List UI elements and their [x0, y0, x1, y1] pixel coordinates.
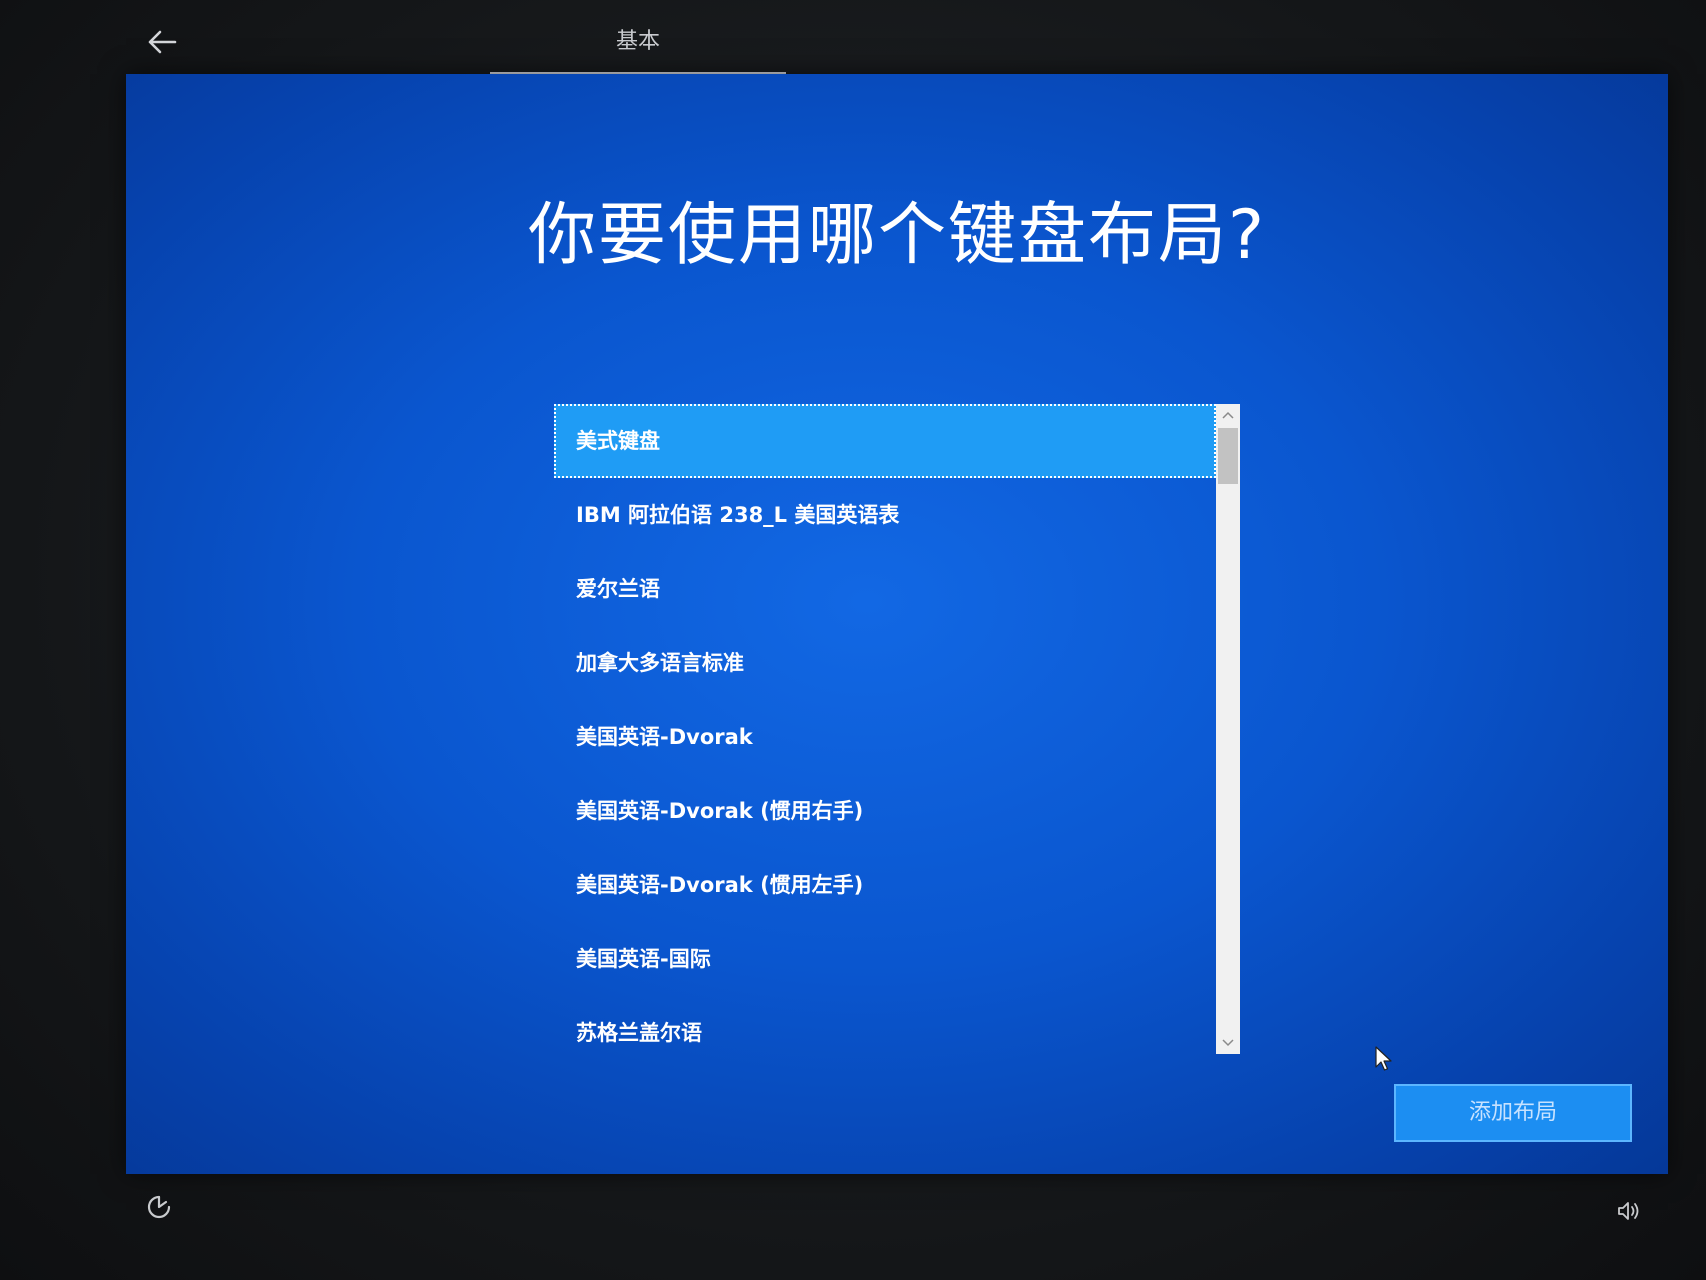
tab-basic-label: 基本: [615, 29, 660, 54]
list-scrollbar[interactable]: [1216, 404, 1240, 1054]
list-item[interactable]: 加拿大多语言标准: [554, 626, 1216, 700]
list-item-label: IBM 阿拉伯语 238_L 美国英语表: [576, 503, 900, 527]
scroll-down-button[interactable]: [1216, 1032, 1240, 1054]
list-item[interactable]: 美国英语-Dvorak (惯用右手): [554, 774, 1216, 848]
list-item-label: 苏格兰盖尔语: [576, 1021, 702, 1045]
list-item-label: 美式键盘: [576, 429, 660, 453]
list-item[interactable]: 苏格兰盖尔语: [554, 996, 1216, 1070]
oobe-screen: 基本 你要使用哪个键盘布局? 美式键盘 IBM 阿拉伯语 238_L 美国英语表…: [0, 0, 1706, 1280]
add-layout-button[interactable]: 添加布局: [1394, 1084, 1632, 1142]
tab-basic[interactable]: 基本: [490, 22, 786, 76]
speaker-icon: [1618, 1202, 1639, 1220]
back-button[interactable]: [138, 20, 186, 64]
scroll-thumb[interactable]: [1218, 428, 1238, 484]
list-item[interactable]: IBM 阿拉伯语 238_L 美国英语表: [554, 478, 1216, 552]
page-title: 你要使用哪个键盘布局?: [527, 196, 1267, 275]
keyboard-layout-list[interactable]: 美式键盘 IBM 阿拉伯语 238_L 美国英语表 爱尔兰语 加拿大多语言标准 …: [554, 404, 1216, 1054]
mouse-cursor-icon: [1375, 1046, 1392, 1071]
chevron-down-icon: [1222, 1039, 1234, 1047]
list-item[interactable]: 美国英语-Dvorak: [554, 700, 1216, 774]
list-item[interactable]: 美国英语-Dvorak (惯用左手): [554, 848, 1216, 922]
arrow-left-icon: [148, 30, 177, 54]
list-item-label: 美国英语-Dvorak: [576, 725, 753, 749]
list-item-label: 加拿大多语言标准: [576, 651, 744, 675]
chevron-up-icon: [1222, 411, 1234, 419]
list-item[interactable]: 美国英语-国际: [554, 922, 1216, 996]
list-item-label: 美国英语-Dvorak (惯用左手): [576, 873, 864, 897]
ease-of-access-icon: [147, 1195, 171, 1219]
list-item-label: 爱尔兰语: [576, 577, 660, 601]
list-item[interactable]: 爱尔兰语: [554, 552, 1216, 626]
list-item-label: 美国英语-Dvorak (惯用右手): [576, 799, 864, 823]
ease-of-access-button[interactable]: [142, 1190, 176, 1224]
setup-panel: 你要使用哪个键盘布局? 美式键盘 IBM 阿拉伯语 238_L 美国英语表 爱尔…: [126, 74, 1668, 1174]
volume-button[interactable]: [1612, 1194, 1646, 1228]
scroll-up-button[interactable]: [1216, 404, 1240, 426]
list-item[interactable]: 美式键盘: [554, 404, 1216, 478]
list-item-label: 美国英语-国际: [576, 947, 711, 971]
